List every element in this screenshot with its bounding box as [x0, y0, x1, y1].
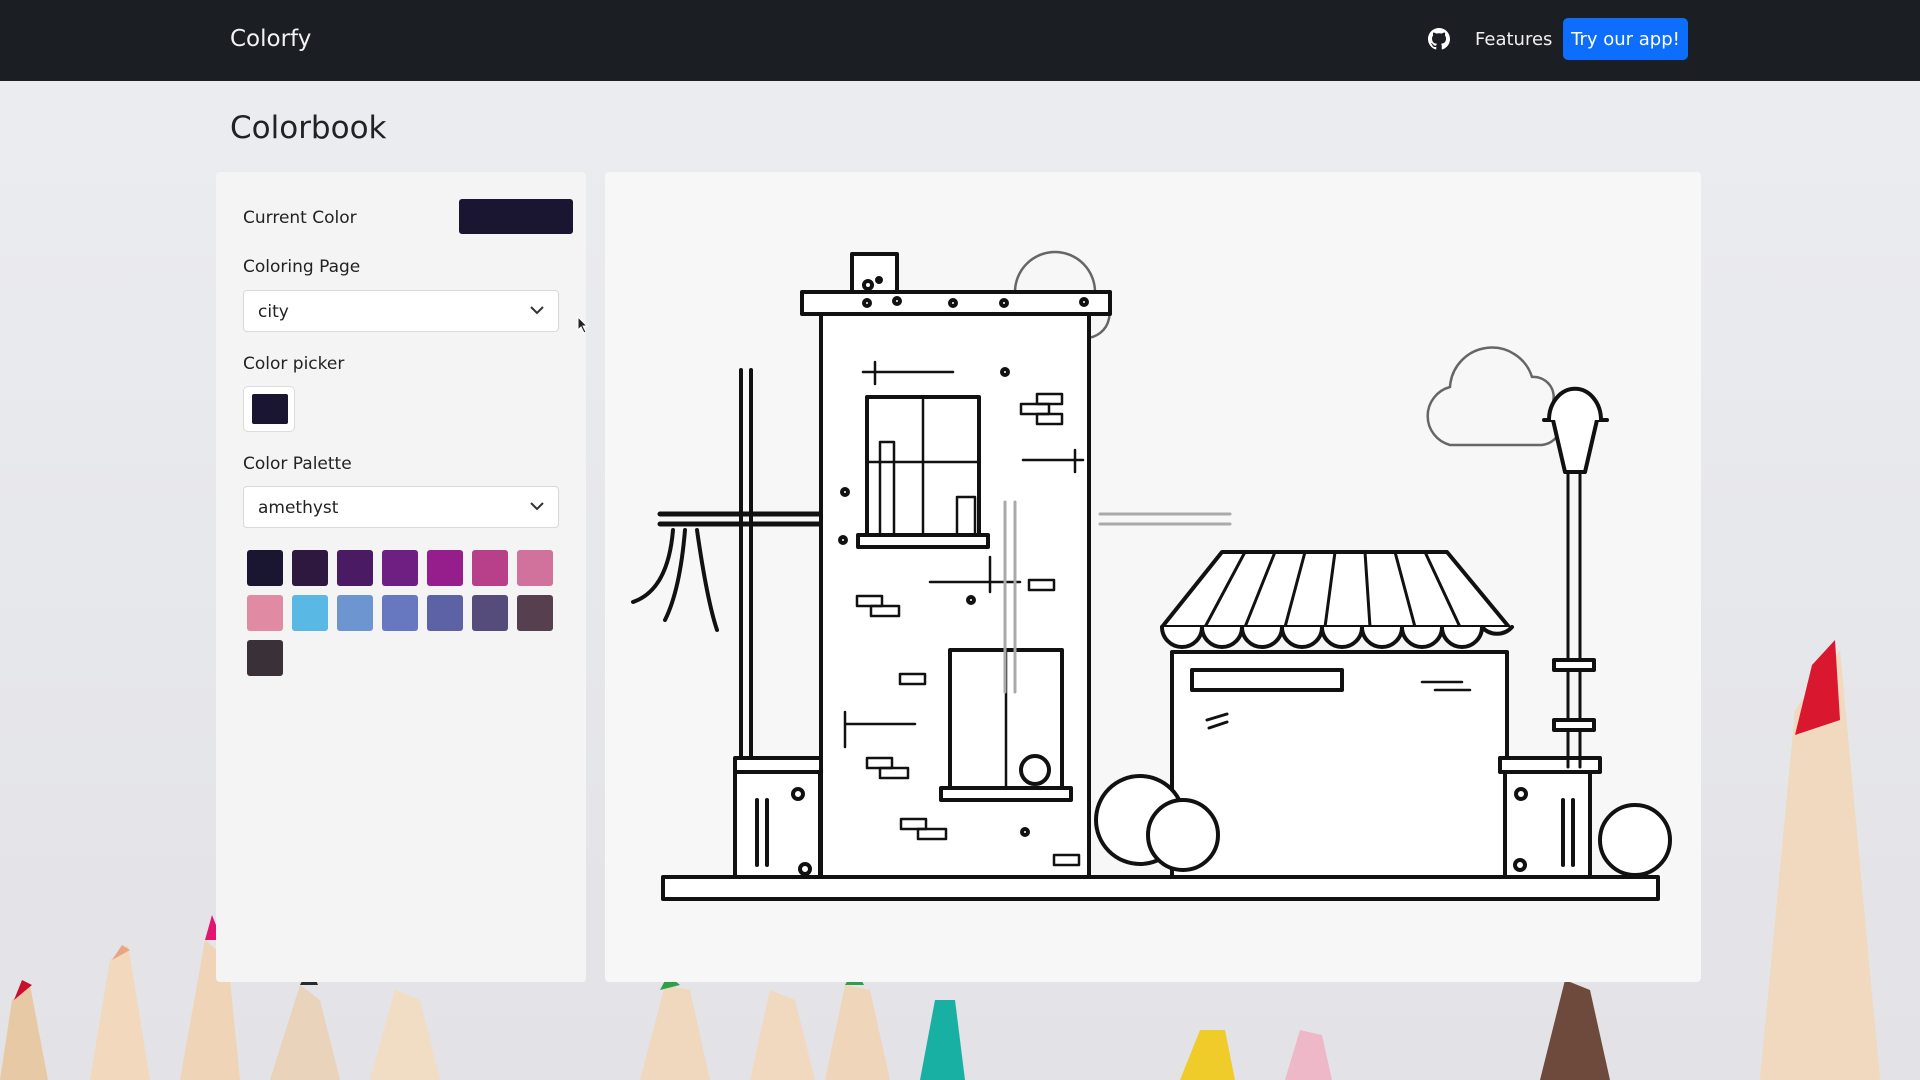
- controls-panel: Current Color Coloring Page city Color p…: [216, 172, 586, 982]
- palette-swatch[interactable]: [247, 595, 283, 631]
- palette-swatch[interactable]: [292, 550, 328, 586]
- try-app-button[interactable]: Try our app!: [1563, 18, 1688, 60]
- color-palette-label: Color Palette: [243, 454, 352, 474]
- palette-swatch[interactable]: [427, 595, 463, 631]
- color-picker-label: Color picker: [243, 354, 345, 374]
- coloring-page-select[interactable]: city: [243, 290, 559, 332]
- palette-swatch[interactable]: [337, 595, 373, 631]
- github-icon[interactable]: [1428, 28, 1450, 50]
- chevron-down-icon: [530, 306, 544, 315]
- color-palette-select[interactable]: amethyst: [243, 486, 559, 528]
- palette-swatch[interactable]: [517, 550, 553, 586]
- coloring-page-label: Coloring Page: [243, 257, 361, 277]
- palette-swatch[interactable]: [382, 550, 418, 586]
- coloring-page-value: city: [258, 302, 289, 322]
- current-color-swatch: [459, 199, 573, 234]
- color-picker-swatch: [252, 394, 288, 424]
- chevron-down-icon: [530, 502, 544, 511]
- palette-swatch[interactable]: [247, 550, 283, 586]
- brand-logo[interactable]: Colorfy: [230, 26, 311, 52]
- city-coloring-page[interactable]: [605, 172, 1701, 982]
- palette-swatch[interactable]: [247, 640, 283, 676]
- palette-swatch[interactable]: [472, 550, 508, 586]
- coloring-canvas[interactable]: [605, 172, 1701, 982]
- current-color-label: Current Color: [243, 208, 357, 228]
- page-title: Colorbook: [230, 110, 387, 146]
- navbar: Colorfy Features Try our app!: [0, 0, 1920, 81]
- color-palette-value: amethyst: [258, 498, 339, 518]
- color-picker-input[interactable]: [243, 386, 295, 432]
- palette-swatch[interactable]: [292, 595, 328, 631]
- palette-swatch[interactable]: [472, 595, 508, 631]
- palette-swatch[interactable]: [427, 550, 463, 586]
- palette-swatch[interactable]: [382, 595, 418, 631]
- palette-swatch[interactable]: [337, 550, 373, 586]
- palette-swatch[interactable]: [517, 595, 553, 631]
- mouse-cursor-icon: [577, 316, 589, 334]
- nav-features-link[interactable]: Features: [1475, 29, 1552, 50]
